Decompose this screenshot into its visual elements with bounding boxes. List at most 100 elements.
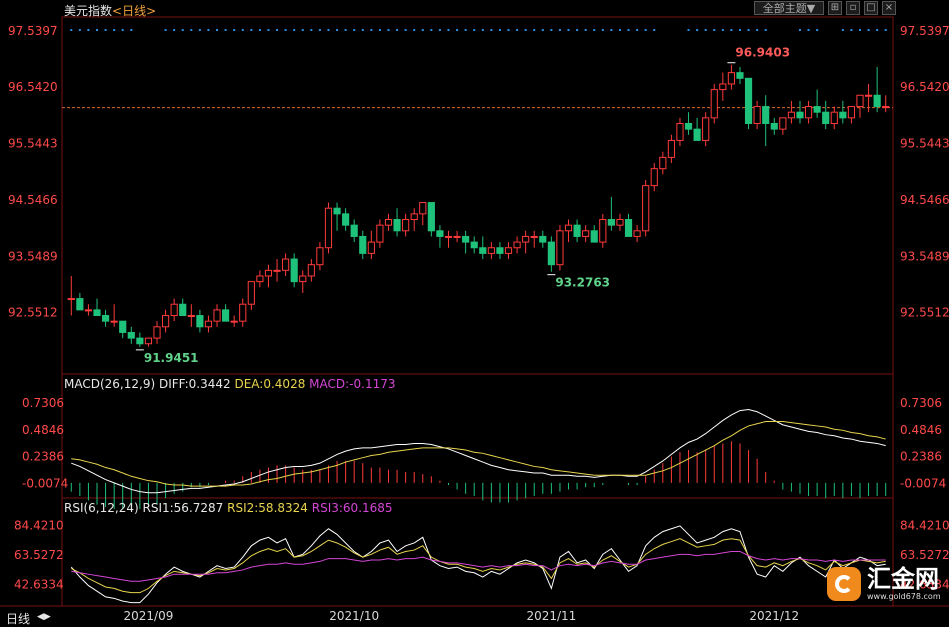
watermark-logo: 汇金网 www.gold678.com bbox=[827, 566, 941, 602]
candle-body bbox=[410, 213, 418, 221]
signal-dot bbox=[344, 29, 347, 31]
rsi-tick-right-1: 63.5272 bbox=[900, 548, 949, 562]
candle-body bbox=[470, 241, 478, 249]
candle-body bbox=[564, 224, 573, 232]
signal-dot bbox=[524, 29, 527, 31]
signal-dot bbox=[233, 29, 236, 31]
price-tick-left-5: 92.5512 bbox=[8, 306, 58, 320]
grid-icon[interactable]: ⊞ bbox=[828, 1, 842, 15]
candle-body bbox=[873, 94, 881, 108]
candle-body bbox=[239, 303, 247, 322]
signal-dot bbox=[627, 29, 630, 31]
candle-body bbox=[856, 94, 864, 108]
signal-dot bbox=[464, 29, 467, 31]
signal-dot bbox=[404, 29, 407, 31]
signal-dot bbox=[327, 29, 330, 31]
candle-body bbox=[650, 168, 658, 187]
signal-dot bbox=[396, 29, 399, 31]
candle-body bbox=[153, 326, 161, 339]
candle-body bbox=[247, 281, 255, 305]
candle-body bbox=[504, 247, 513, 254]
chart-svg[interactable]: 97.5397 97.5397 96.5420 96.5420 95.5443 95.54… bbox=[0, 0, 949, 626]
rsi-legend-rsi2: RSI2:58.8324 bbox=[227, 501, 308, 515]
close-icon[interactable]: × bbox=[882, 1, 896, 15]
signal-dot bbox=[241, 29, 244, 31]
logo-url: www.gold678.com bbox=[867, 592, 941, 601]
signal-dot bbox=[421, 29, 424, 31]
signal-dot bbox=[353, 29, 356, 31]
high-label: 96.9403 bbox=[735, 46, 790, 60]
candle-body bbox=[101, 315, 110, 322]
price-tick-left-1: 96.5420 bbox=[8, 80, 58, 94]
macd-legend-macd: MACD:-0.1173 bbox=[309, 377, 396, 391]
price-tick-right-3: 94.5466 bbox=[900, 193, 949, 207]
period-arrows-icon[interactable]: ◀▶ bbox=[37, 612, 51, 622]
signal-dot bbox=[481, 29, 484, 31]
low-label-2: 93.2763 bbox=[555, 276, 610, 290]
macd-tick-right-2: 0.2386 bbox=[900, 450, 942, 464]
signal-dot bbox=[96, 29, 99, 31]
candle-body bbox=[633, 230, 641, 237]
candle-body bbox=[676, 122, 684, 141]
signal-dot bbox=[876, 29, 879, 31]
candle-body bbox=[127, 331, 135, 339]
macd-tick-left-2: 0.2386 bbox=[22, 450, 64, 464]
signal-dot bbox=[541, 29, 544, 31]
price-tick-right-5: 92.5512 bbox=[900, 306, 949, 320]
candle-body bbox=[479, 247, 487, 254]
candle-body bbox=[642, 185, 650, 232]
candle-body bbox=[582, 230, 590, 237]
candle-body bbox=[419, 202, 427, 215]
signal-dot bbox=[490, 29, 493, 31]
candle-body bbox=[256, 275, 264, 283]
rsi-line-rsi2 bbox=[71, 538, 886, 594]
rsi-legend-rsi1: RSI1:56.7287 bbox=[142, 501, 224, 515]
period-label[interactable]: 日线 bbox=[6, 610, 30, 627]
rsi-legend-rsi3: RSI3:60.1685 bbox=[311, 501, 393, 515]
candle-body bbox=[342, 213, 350, 226]
signal-dot bbox=[87, 29, 90, 31]
candle-body bbox=[453, 235, 461, 238]
macd-panel-frame bbox=[61, 373, 894, 499]
rsi-legend-name: RSI(6,12,24) bbox=[64, 501, 139, 515]
candle-body bbox=[93, 309, 101, 317]
timeframe-label[interactable]: <日线> bbox=[112, 4, 156, 18]
candle-body bbox=[350, 224, 358, 237]
price-tick-left-2: 95.5443 bbox=[8, 137, 58, 151]
candle-body bbox=[607, 219, 615, 226]
signal-dot bbox=[550, 29, 553, 31]
candle-body bbox=[222, 309, 230, 322]
signal-dot bbox=[293, 29, 296, 31]
candle-body bbox=[204, 320, 213, 328]
signal-dot bbox=[378, 29, 381, 31]
signal-dot bbox=[713, 29, 716, 31]
candle-body bbox=[110, 320, 118, 323]
rsi-line-rsi1 bbox=[70, 525, 886, 604]
signal-dot bbox=[507, 29, 510, 31]
date-tick-2: 2021/11 bbox=[526, 609, 576, 623]
chart-stage[interactable]: 97.5397 97.5397 96.5420 96.5420 95.5443 95.54… bbox=[0, 0, 949, 626]
signal-dot bbox=[644, 29, 647, 31]
signal-dot bbox=[310, 29, 313, 31]
candle-body bbox=[813, 106, 821, 113]
signal-dot bbox=[841, 29, 844, 31]
candle-body bbox=[702, 117, 710, 141]
candle-body bbox=[796, 111, 804, 119]
date-tick-0: 2021/09 bbox=[124, 609, 174, 623]
candle-body bbox=[444, 235, 453, 238]
candle-body bbox=[770, 122, 778, 130]
rsi-tick-left-0: 84.4210 bbox=[14, 518, 64, 532]
theme-dropdown[interactable]: 全部主题▼ bbox=[754, 1, 824, 15]
maximize-icon[interactable]: □ bbox=[864, 1, 878, 15]
candle-body bbox=[736, 72, 744, 79]
signal-dot bbox=[747, 29, 750, 31]
candle-body bbox=[84, 309, 93, 312]
signal-dot bbox=[618, 29, 621, 31]
signal-dot bbox=[198, 29, 201, 31]
main-panel-frame bbox=[61, 16, 894, 375]
signal-dot bbox=[533, 29, 536, 31]
restore-icon[interactable]: ▫ bbox=[846, 1, 860, 15]
candle-body bbox=[847, 106, 856, 119]
candle-body bbox=[839, 111, 847, 119]
signal-dot bbox=[216, 29, 219, 31]
